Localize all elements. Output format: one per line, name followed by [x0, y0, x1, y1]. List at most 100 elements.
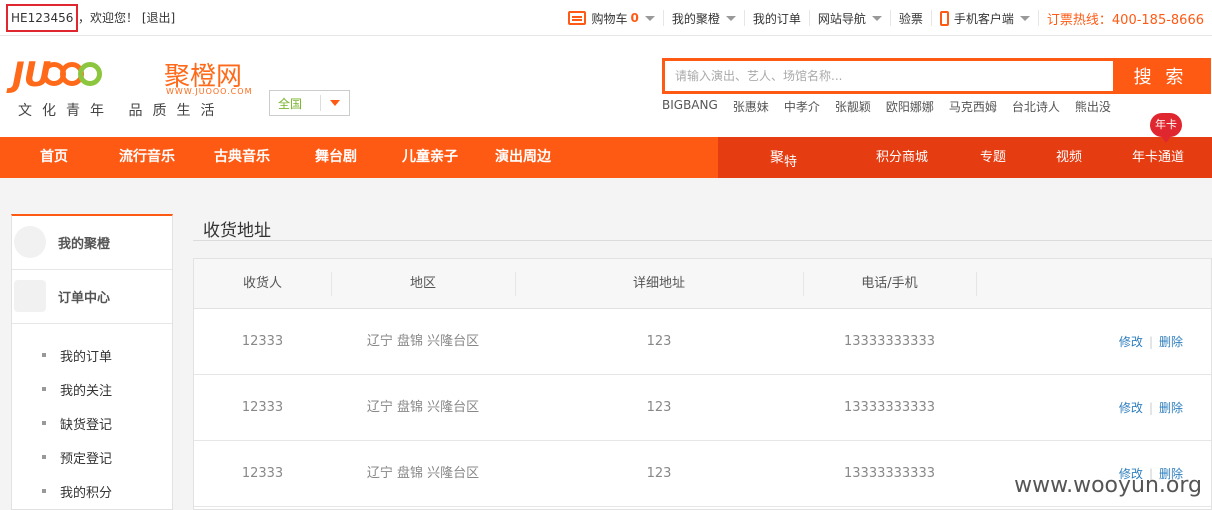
- hotword[interactable]: 欧阳娜娜: [886, 98, 934, 115]
- sidebar-section-my-juooo[interactable]: 我的聚橙: [12, 216, 172, 270]
- bullet-icon: [42, 387, 46, 391]
- watermark: www.wooyun.org: [1014, 473, 1202, 498]
- juooo-icon: [14, 226, 46, 258]
- cell-recipient: 12333: [241, 466, 284, 481]
- edit-link[interactable]: 修改: [1119, 401, 1143, 415]
- nav-video[interactable]: 视频: [1056, 137, 1082, 178]
- hotword[interactable]: BIGBANG: [662, 98, 718, 115]
- annual-card-badge: 年卡: [1150, 113, 1182, 143]
- welcome-text: ，欢迎您！ [退出]: [78, 4, 175, 32]
- cart-count: 0: [630, 11, 639, 25]
- nav-points-mall[interactable]: 积分商城: [876, 137, 928, 178]
- cell-address: 123: [646, 334, 672, 349]
- nav-classical[interactable]: 古典音乐: [214, 137, 270, 178]
- site-nav-label: 网站导航: [817, 11, 866, 26]
- sidebar-item-reservation[interactable]: 预定登记: [12, 440, 172, 474]
- bullet-icon: [42, 455, 46, 459]
- nav-merch[interactable]: 演出周边: [495, 137, 551, 178]
- hotword[interactable]: 熊出没: [1075, 98, 1111, 115]
- chevron-down-icon: [644, 15, 655, 21]
- nav-annual-card[interactable]: 年卡通道: [1132, 137, 1184, 178]
- ticket-check-label: 验票: [898, 11, 923, 26]
- divider: |: [1148, 335, 1153, 349]
- cart-link[interactable]: 购物车 0: [560, 10, 662, 26]
- table-row: 12333 辽宁 盘锦 兴隆台区 123 13333333333 修改 | 删除: [194, 309, 1211, 375]
- site-nav-link[interactable]: 网站导航: [808, 10, 890, 26]
- cell-phone: 13333333333: [844, 334, 935, 349]
- sidebar-item-label: 我的积分: [60, 485, 113, 501]
- bullet-icon: [42, 489, 46, 493]
- logo-slogan: 文化青年 品质生活: [18, 103, 225, 119]
- sidebar-section-orders[interactable]: 订单中心: [12, 270, 172, 324]
- jute-sub: 特: [784, 154, 798, 170]
- chevron-down-icon: [871, 15, 882, 21]
- jute-main: 聚: [770, 150, 784, 166]
- top-links: 购物车 0 我的聚橙 我的订单 网站导航 验票 手机客户端 订票热线：400-1…: [560, 0, 1212, 36]
- welcome-label: ，欢迎您！: [78, 11, 139, 25]
- top-bar: HE123456 ，欢迎您！ [退出] 购物车 0 我的聚橙 我的订单 网站导航…: [0, 0, 1212, 36]
- divider: [976, 272, 977, 296]
- cart-label: 购物车: [591, 11, 628, 26]
- hot-keywords: BIGBANG 张惠妹 中孝介 张靓颖 欧阳娜娜 马克西姆 台北诗人 熊出没: [662, 98, 1126, 115]
- bullet-icon: [42, 421, 46, 425]
- cell-address: 123: [646, 466, 672, 481]
- my-orders-link[interactable]: 我的订单: [743, 10, 809, 26]
- hotline-text: 订票热线：400-185-8666: [1046, 12, 1204, 28]
- nav-kids[interactable]: 儿童亲子: [402, 137, 458, 178]
- mobile-client-link[interactable]: 手机客户端: [930, 10, 1038, 26]
- table-row: 12333 辽宁 盘锦 兴隆台区 123 13333333333 修改 | 删除: [194, 375, 1211, 441]
- nav-topics[interactable]: 专题: [980, 137, 1006, 178]
- cart-icon: [568, 11, 587, 25]
- sidebar-item-label: 我的订单: [60, 349, 113, 365]
- nav-pop-music[interactable]: 流行音乐: [119, 137, 175, 178]
- sidebar-list: 我的订单 我的关注 缺货登记 预定登记 我的积分: [12, 324, 172, 508]
- nav-jute[interactable]: 聚特: [770, 147, 797, 170]
- my-orders-label: 我的订单: [752, 11, 801, 26]
- site-logo[interactable]: JU 聚橙网 WWW.JUOOO.COM 文化青年 品质生活: [12, 56, 251, 119]
- cell-phone: 13333333333: [844, 400, 935, 415]
- search-bar: 搜 索: [662, 58, 1211, 94]
- mobile-client-label: 手机客户端: [953, 11, 1014, 26]
- sidebar-item-my-orders[interactable]: 我的订单: [12, 338, 172, 372]
- sidebar-item-stockout[interactable]: 缺货登记: [12, 406, 172, 440]
- col-region: 地区: [409, 276, 436, 291]
- nav-stage[interactable]: 舞台剧: [315, 137, 357, 178]
- hotword[interactable]: 马克西姆: [949, 98, 997, 115]
- page-title: 收货地址: [203, 221, 271, 241]
- username[interactable]: HE123456: [6, 4, 79, 32]
- hotword[interactable]: 台北诗人: [1012, 98, 1060, 115]
- col-recipient: 收货人: [242, 276, 282, 291]
- hotword[interactable]: 中孝介: [784, 98, 820, 115]
- cell-phone: 13333333333: [844, 466, 935, 481]
- bullet-icon: [42, 353, 46, 357]
- logo-rings-icon: [42, 62, 103, 89]
- section-label: 订单中心: [58, 291, 111, 306]
- dropdown-arrow-icon: [321, 100, 349, 106]
- hotword[interactable]: 张靓颖: [835, 98, 871, 115]
- phone-icon: [939, 10, 949, 26]
- sidebar-item-label: 我的关注: [60, 383, 113, 399]
- divider: [193, 240, 1212, 241]
- delete-link[interactable]: 删除: [1159, 335, 1183, 349]
- logo-url: WWW.JUOOO.COM: [166, 87, 253, 96]
- chevron-down-icon: [1019, 15, 1030, 21]
- city-select[interactable]: 全国: [269, 90, 350, 116]
- search-button[interactable]: 搜 索: [1113, 61, 1208, 91]
- col-phone: 电话/手机: [861, 276, 918, 291]
- cell-region: 辽宁 盘锦 兴隆台区: [366, 334, 480, 349]
- sidebar-item-points[interactable]: 我的积分: [12, 474, 172, 508]
- my-juooo-label: 我的聚橙: [671, 11, 720, 26]
- my-juooo-link[interactable]: 我的聚橙: [662, 10, 744, 26]
- main-nav: 首页 流行音乐 古典音乐 舞台剧 儿童亲子 演出周边 聚特 积分商城 专题 视频…: [0, 137, 1212, 178]
- cell-recipient: 12333: [241, 400, 284, 415]
- edit-link[interactable]: 修改: [1119, 335, 1143, 349]
- nav-home[interactable]: 首页: [40, 137, 68, 178]
- logout-link[interactable]: [退出]: [142, 11, 175, 25]
- hotword[interactable]: 张惠妹: [733, 98, 769, 115]
- sidebar-item-following[interactable]: 我的关注: [12, 372, 172, 406]
- ticket-check-link[interactable]: 验票: [889, 10, 931, 26]
- search-input[interactable]: [665, 61, 1113, 91]
- delete-link[interactable]: 删除: [1159, 401, 1183, 415]
- cell-recipient: 12333: [241, 334, 284, 349]
- document-icon: [14, 280, 46, 312]
